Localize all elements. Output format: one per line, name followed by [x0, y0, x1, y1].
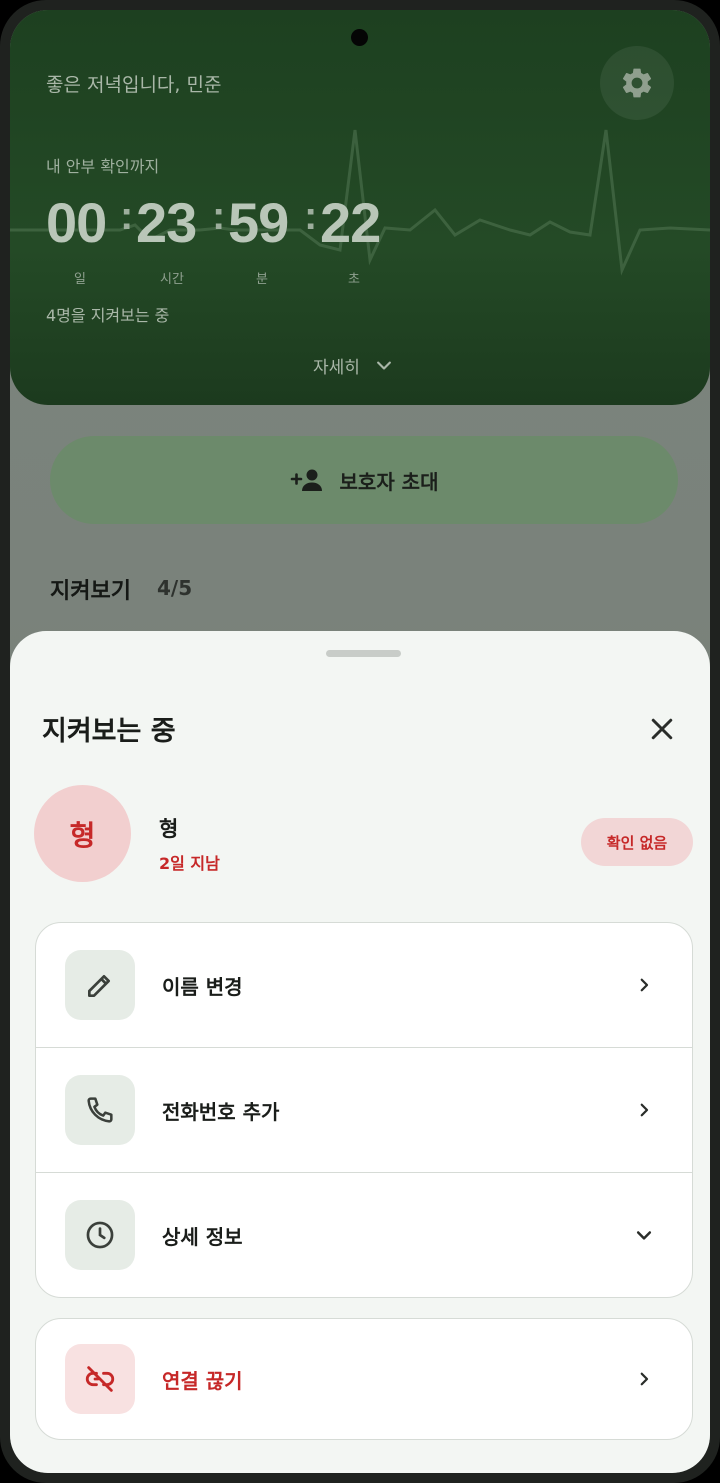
chevron-right-icon — [632, 1098, 656, 1122]
watch-section-title: 지켜보기 — [50, 579, 131, 604]
chevron-right-icon — [632, 1367, 656, 1391]
timer-hours: 23 — [136, 191, 197, 254]
add-phone-row[interactable]: 전화번호 추가 — [36, 1047, 692, 1172]
chevron-right-icon — [632, 973, 656, 997]
timer-separator: : — [304, 194, 318, 238]
timer-days: 00 — [46, 191, 107, 254]
timer-separator: : — [120, 194, 134, 238]
clock-icon — [86, 1221, 114, 1249]
chevron-down-icon — [377, 361, 391, 370]
phone-frame: 좋은 저녁입니다, 민준 내 안부 확인까지 00 : 23 : 59 : 22… — [0, 0, 720, 1483]
timer-minutes-label: 분 — [256, 272, 268, 287]
details-label: 자세히 — [313, 358, 360, 378]
timer-hours-label: 시간 — [160, 272, 184, 287]
add-phone-label: 전화번호 추가 — [162, 1099, 280, 1124]
clock-icon-box — [65, 1200, 135, 1270]
timer-days-label: 일 — [74, 272, 86, 287]
gear-icon — [622, 68, 652, 98]
bottom-sheet: 지켜보는 중 형 형 2일 지남 확인 없음 이름 변경 전화번호 추가 상세 … — [10, 631, 710, 1473]
rename-label: 이름 변경 — [162, 974, 243, 999]
person-name: 형 — [159, 817, 179, 841]
greeting-text: 좋은 저녁입니다, 민준 — [46, 74, 222, 96]
timer-separator: : — [212, 194, 226, 238]
sheet-title: 지켜보는 중 — [42, 716, 176, 747]
timer-seconds-label: 초 — [348, 272, 360, 287]
disconnect-icon-box — [65, 1344, 135, 1414]
watching-count-text: 4명을 지켜보는 중 — [46, 306, 170, 325]
person-last-check: 2일 지남 — [159, 854, 220, 873]
disconnect-card: 연결 끊기 — [35, 1318, 693, 1440]
person-add-icon — [290, 469, 322, 491]
invite-guardian-button[interactable]: 보호자 초대 — [50, 436, 678, 524]
invite-label: 보호자 초대 — [339, 469, 439, 494]
close-button[interactable] — [642, 709, 682, 749]
disconnect-row[interactable]: 연결 끊기 — [36, 1319, 692, 1439]
avatar: 형 — [34, 785, 131, 882]
disconnect-label: 연결 끊기 — [162, 1368, 243, 1393]
rename-icon-box — [65, 950, 135, 1020]
status-badge: 확인 없음 — [581, 818, 693, 866]
timer-seconds: 22 — [320, 191, 381, 254]
countdown-caption: 내 안부 확인까지 — [46, 157, 160, 176]
phone-icon — [87, 1097, 113, 1123]
close-icon — [651, 718, 673, 740]
rename-row[interactable]: 이름 변경 — [36, 923, 692, 1047]
actions-card: 이름 변경 전화번호 추가 상세 정보 — [35, 922, 693, 1298]
chevron-down-icon — [632, 1223, 656, 1247]
phone-icon-box — [65, 1075, 135, 1145]
settings-button[interactable] — [600, 46, 674, 120]
pencil-icon — [88, 975, 110, 997]
details-row[interactable]: 상세 정보 — [36, 1172, 692, 1297]
watch-section-count: 4/5 — [157, 576, 193, 600]
link-off-icon — [85, 1366, 115, 1392]
front-camera — [351, 29, 368, 46]
details-toggle[interactable]: 자세히 — [313, 353, 394, 378]
details-row-label: 상세 정보 — [162, 1224, 243, 1249]
timer-minutes: 59 — [228, 191, 289, 254]
screen: 좋은 저녁입니다, 민준 내 안부 확인까지 00 : 23 : 59 : 22… — [10, 10, 710, 1473]
sheet-drag-handle[interactable] — [326, 650, 401, 657]
status-header: 좋은 저녁입니다, 민준 내 안부 확인까지 00 : 23 : 59 : 22… — [10, 10, 710, 405]
